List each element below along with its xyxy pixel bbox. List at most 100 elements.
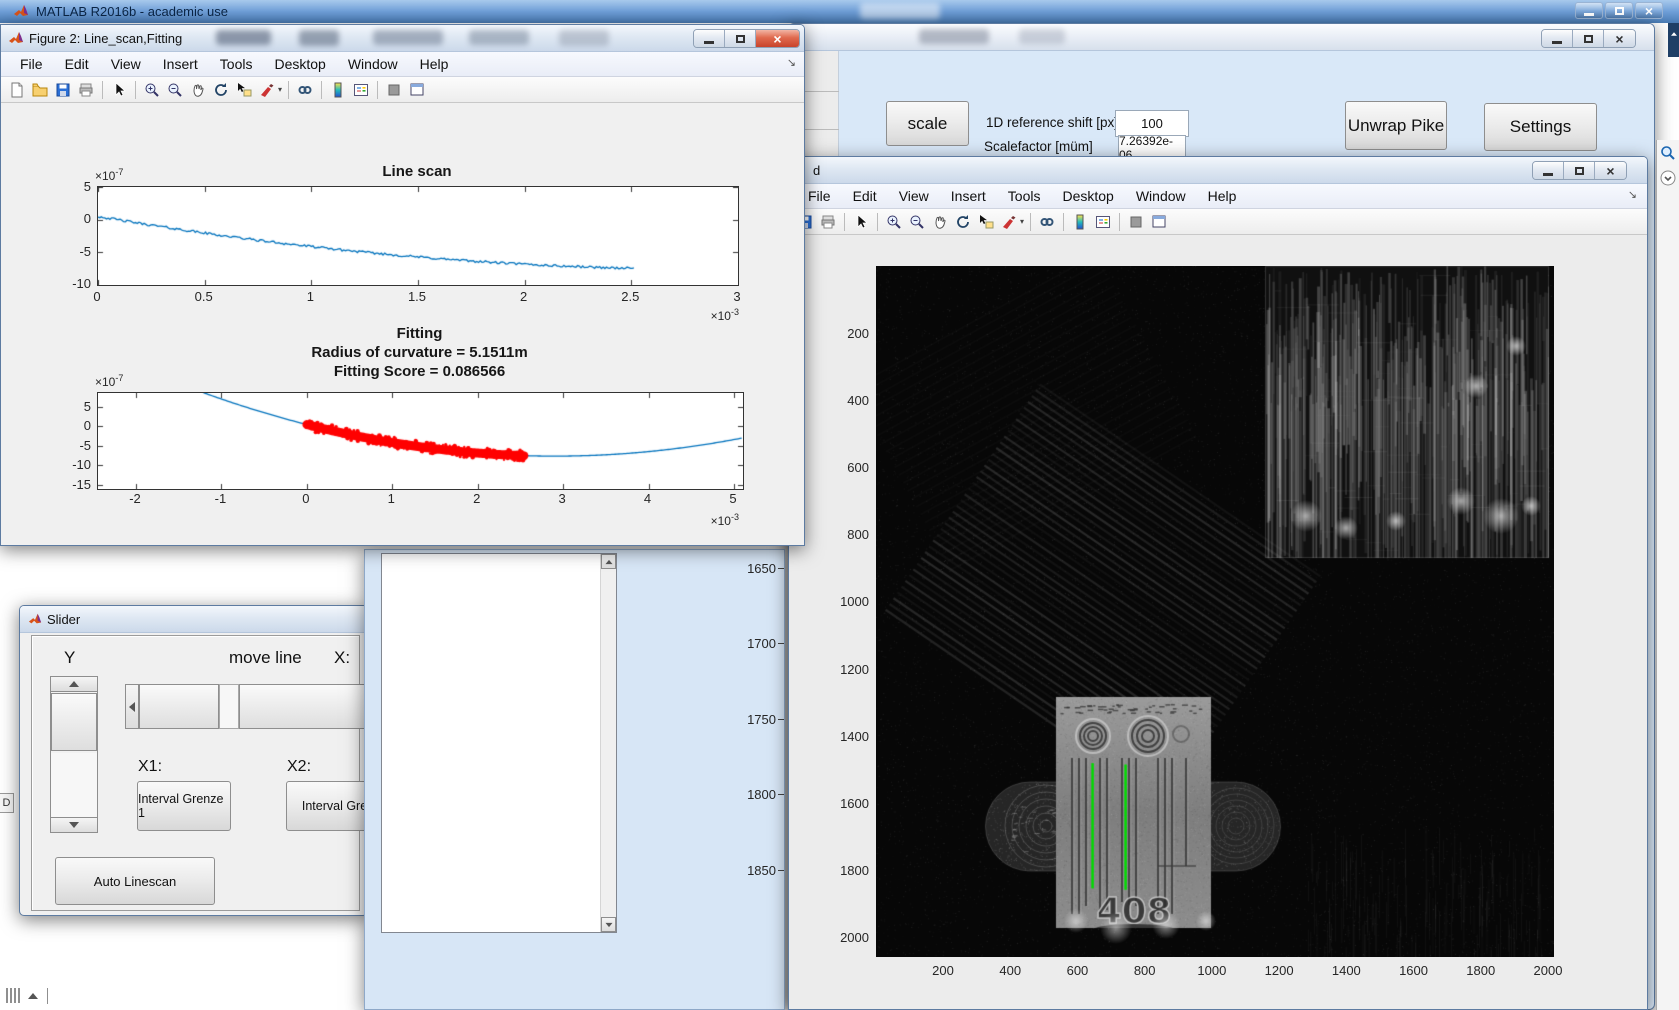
menu-item[interactable]: Help xyxy=(409,53,460,75)
cursor-icon[interactable] xyxy=(109,80,129,100)
y-slider[interactable] xyxy=(50,676,98,833)
zoom-in-icon[interactable] xyxy=(142,80,162,100)
zoom-out-icon[interactable] xyxy=(907,212,927,232)
ref-shift-input[interactable]: 100 xyxy=(1115,110,1189,137)
plot-tools-icon[interactable] xyxy=(1149,212,1169,232)
menu-item[interactable]: Desktop xyxy=(1051,185,1124,207)
interval-grenze-1-button[interactable]: Interval Grenze 1 xyxy=(137,781,231,831)
minimize-button[interactable] xyxy=(1575,2,1603,19)
maximize-button[interactable] xyxy=(1573,30,1604,47)
resize-grip[interactable] xyxy=(6,988,48,1004)
x-axis-exponent: ×10-3 xyxy=(710,307,739,323)
legend-icon[interactable] xyxy=(1093,212,1113,232)
fitting-title: Fitting xyxy=(396,325,443,342)
minimize-button[interactable] xyxy=(694,30,725,47)
menu-item[interactable]: Window xyxy=(1125,185,1197,207)
dock-pin-icon[interactable]: ↘ xyxy=(1628,188,1637,201)
menu-item[interactable]: Help xyxy=(1197,185,1248,207)
figure2-menubar: File Edit View Insert Tools Desktop Window Help xyxy=(1,52,804,77)
linescan-plot[interactable] xyxy=(97,186,739,286)
minimize-button[interactable] xyxy=(1533,162,1564,179)
close-button[interactable]: × xyxy=(756,30,799,47)
menu-item[interactable]: Edit xyxy=(842,185,888,207)
search-icon[interactable] xyxy=(1660,145,1676,161)
rotate-3d-icon[interactable] xyxy=(211,80,231,100)
y-slider-up-arrow[interactable] xyxy=(51,677,97,692)
dock-figure-icon[interactable] xyxy=(384,80,404,100)
listbox[interactable] xyxy=(381,553,617,933)
x-slider-track[interactable] xyxy=(219,684,239,729)
colorbar-icon[interactable] xyxy=(328,80,348,100)
print-icon[interactable] xyxy=(818,212,838,232)
link-plot-icon[interactable] xyxy=(1037,212,1057,232)
legend-icon[interactable] xyxy=(351,80,371,100)
menu-item[interactable]: Tools xyxy=(997,185,1052,207)
brush-icon[interactable] xyxy=(999,212,1019,232)
interferogram-image[interactable] xyxy=(876,266,1554,957)
dock-pin-icon[interactable]: ↘ xyxy=(787,56,796,69)
window-controls: × xyxy=(1541,29,1636,48)
scale-button[interactable]: scale xyxy=(886,101,969,146)
close-button[interactable]: × xyxy=(1595,162,1626,179)
save-icon[interactable] xyxy=(53,80,73,100)
figure2-titlebar[interactable]: Figure 2: Line_scan,Fitting × xyxy=(1,25,804,52)
unwrap-pike-button[interactable]: Unwrap Pike xyxy=(1345,101,1447,150)
maximize-button[interactable] xyxy=(725,30,756,47)
aero-blur-blob xyxy=(559,30,609,46)
image-figure-title: d xyxy=(813,163,821,178)
maximize-button[interactable] xyxy=(1564,162,1595,179)
close-button[interactable]: × xyxy=(1635,2,1663,19)
fitting-plot[interactable] xyxy=(97,392,744,490)
slider-titlebar[interactable]: Slider xyxy=(20,606,367,633)
new-figure-icon[interactable] xyxy=(7,80,27,100)
cursor-icon[interactable] xyxy=(851,212,871,232)
menu-item[interactable]: Edit xyxy=(54,53,100,75)
x2-label: X2: xyxy=(287,758,312,775)
control-panel-titlebar[interactable]: × xyxy=(789,24,1654,51)
data-cursor-icon[interactable] xyxy=(976,212,996,232)
y-slider-track[interactable] xyxy=(51,753,97,817)
settings-button[interactable]: Settings xyxy=(1484,103,1597,151)
plot-tools-icon[interactable] xyxy=(407,80,427,100)
auto-linescan-button[interactable]: Auto Linescan xyxy=(55,857,215,905)
x-slider-left-arrow[interactable] xyxy=(125,684,139,729)
brush-dropdown-icon[interactable]: ▾ xyxy=(278,85,282,94)
brush-dropdown-icon[interactable]: ▾ xyxy=(1020,217,1024,226)
menu-item[interactable]: Desktop xyxy=(263,53,336,75)
menu-item[interactable]: File xyxy=(9,53,54,75)
collapse-arrow-icon[interactable] xyxy=(1671,32,1677,36)
menu-item[interactable]: Window xyxy=(337,53,409,75)
scroll-down-arrow[interactable] xyxy=(601,917,616,932)
menu-item[interactable]: Insert xyxy=(152,53,209,75)
interval-grenze-2-button[interactable]: Interval Gren xyxy=(286,781,367,831)
y-slider-down-arrow[interactable] xyxy=(51,817,97,832)
dock-figure-icon[interactable] xyxy=(1126,212,1146,232)
open-file-icon[interactable] xyxy=(30,80,50,100)
menu-item[interactable]: Tools xyxy=(209,53,264,75)
menu-item[interactable]: View xyxy=(100,53,152,75)
listbox-scrollbar[interactable] xyxy=(600,554,616,932)
linescan-y-ticks: 5 0 -5 -10 xyxy=(72,178,91,292)
left-dock-tab[interactable]: D xyxy=(0,793,14,813)
pan-hand-icon[interactable] xyxy=(930,212,950,232)
brush-icon[interactable] xyxy=(257,80,277,100)
data-cursor-icon[interactable] xyxy=(234,80,254,100)
menu-item[interactable]: Insert xyxy=(940,185,997,207)
close-button[interactable]: × xyxy=(1604,30,1635,47)
x-slider-2[interactable] xyxy=(239,684,367,729)
restore-button[interactable] xyxy=(1605,2,1633,19)
scroll-up-arrow[interactable] xyxy=(601,554,616,569)
y-slider-thumb[interactable] xyxy=(51,693,97,751)
pan-hand-icon[interactable] xyxy=(188,80,208,100)
minimize-button[interactable] xyxy=(1542,30,1573,47)
zoom-out-icon[interactable] xyxy=(165,80,185,100)
print-icon[interactable] xyxy=(76,80,96,100)
rotate-3d-icon[interactable] xyxy=(953,212,973,232)
colorbar-icon[interactable] xyxy=(1070,212,1090,232)
menu-item[interactable]: View xyxy=(888,185,940,207)
link-plot-icon[interactable] xyxy=(295,80,315,100)
image-figure-titlebar[interactable]: d × xyxy=(789,157,1647,184)
zoom-in-icon[interactable] xyxy=(884,212,904,232)
expand-circle-icon[interactable] xyxy=(1660,170,1676,186)
x-slider-thumb[interactable] xyxy=(139,684,219,729)
